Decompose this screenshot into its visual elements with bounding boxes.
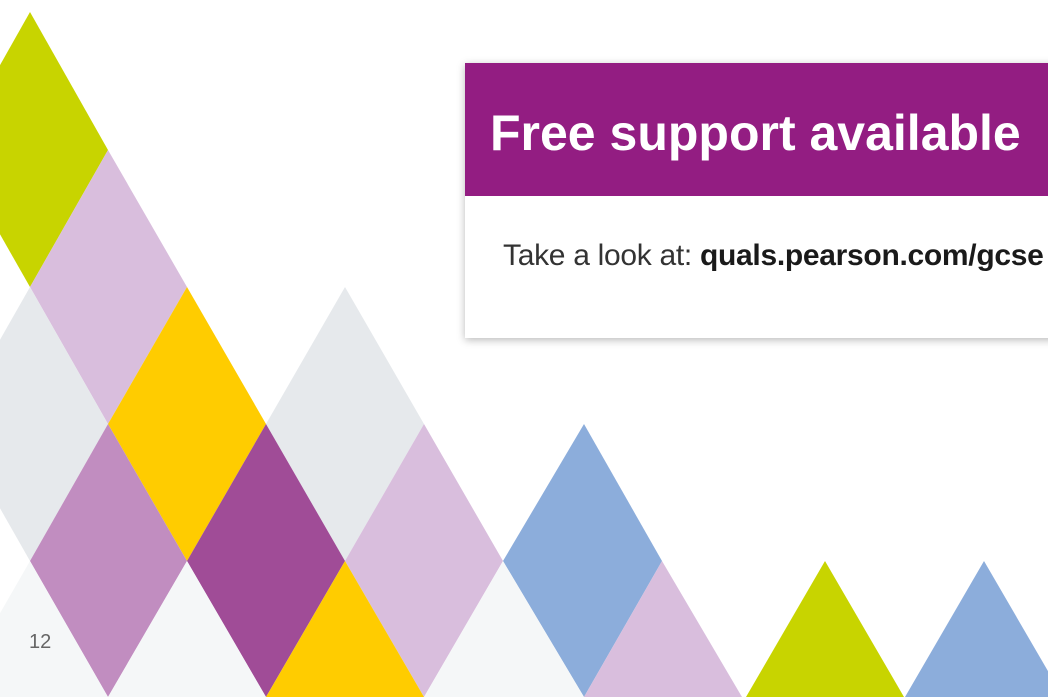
support-card-body: Take a look at: quals.pearson.com/gcse <box>503 241 1044 271</box>
support-card-header: Free support available <box>465 63 1048 196</box>
support-card-prefix: Take a look at: <box>503 239 700 272</box>
support-link[interactable]: quals.pearson.com/gcse <box>700 239 1044 272</box>
blue-triangle <box>905 561 1048 697</box>
support-card-title: Free support available <box>490 105 1021 161</box>
support-card: Free support available Take a look at: q… <box>465 63 1048 338</box>
page-number: 12 <box>29 631 52 653</box>
lime-triangle <box>746 561 904 697</box>
